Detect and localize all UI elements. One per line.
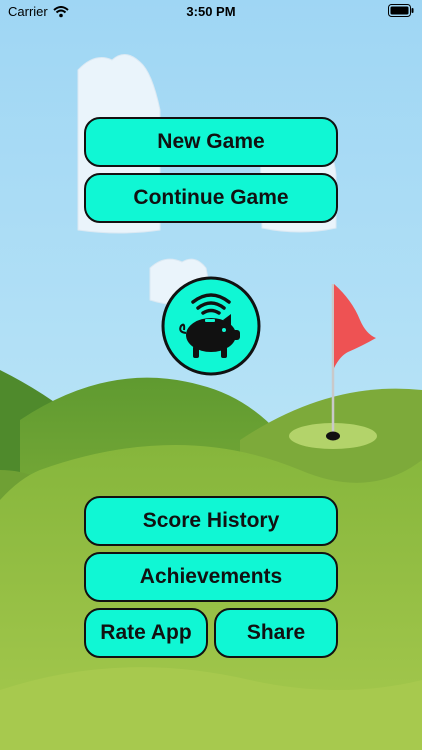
continue-game-button[interactable]: Continue Game [84, 173, 338, 223]
new-game-button[interactable]: New Game [84, 117, 338, 167]
golf-hole [326, 431, 340, 441]
rate-app-button[interactable]: Rate App [84, 608, 208, 658]
status-time: 3:50 PM [186, 4, 236, 19]
battery-icon [388, 4, 414, 17]
share-button[interactable]: Share [214, 608, 338, 658]
achievements-button[interactable]: Achievements [84, 552, 338, 602]
status-bar: Carrier 3:50 PM [0, 0, 422, 24]
score-history-button[interactable]: Score History [84, 496, 338, 546]
piggy-bank-signal-icon [161, 276, 261, 376]
